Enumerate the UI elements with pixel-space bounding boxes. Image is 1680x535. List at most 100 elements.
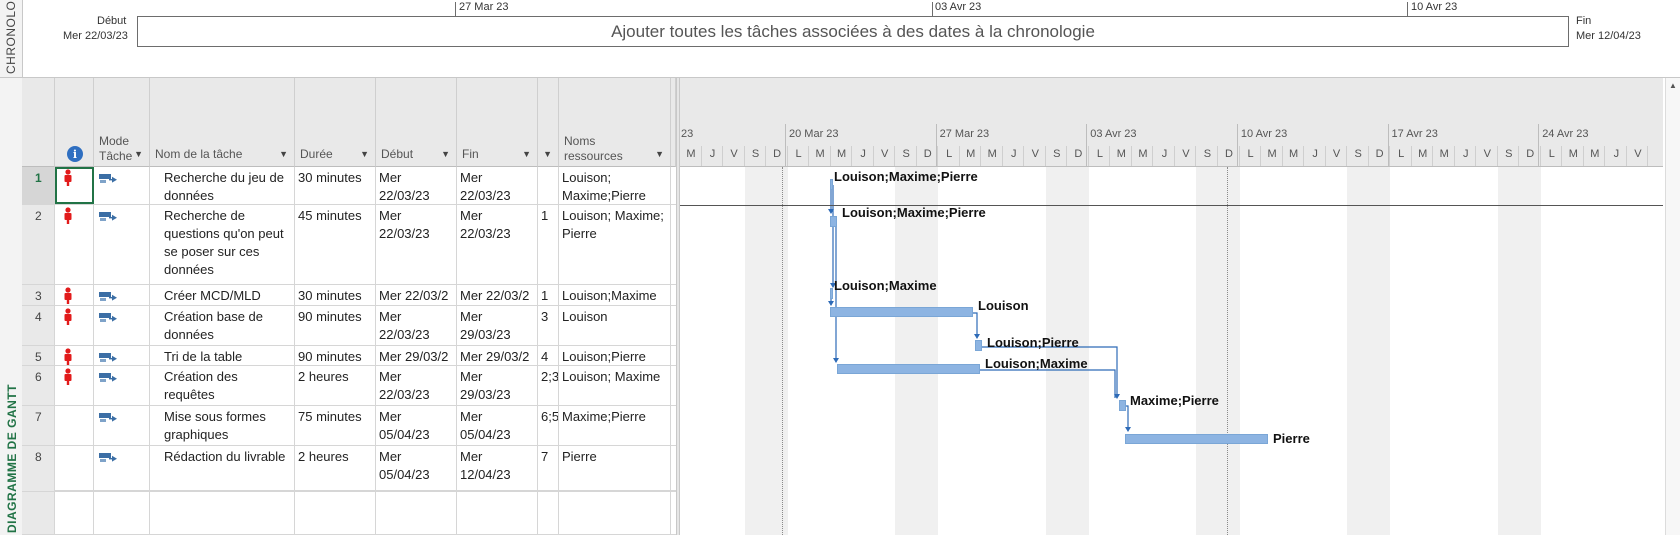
predecessors-cell[interactable]: 4 <box>538 346 559 365</box>
table-row[interactable]: 3 Créer MCD/MLD 30 minutes Mer 22/03/2 Mer 2… <box>22 285 678 306</box>
duration-header[interactable]: Durée ▼ <box>295 78 376 167</box>
task-name-cell[interactable]: Créer MCD/MLD <box>150 285 295 305</box>
duration-cell[interactable] <box>295 470 376 491</box>
chevron-down-icon[interactable]: ▼ <box>543 149 552 159</box>
indicator-cell[interactable] <box>55 205 94 284</box>
row-number[interactable] <box>22 492 55 534</box>
task-name-cell[interactable]: Tri de la table <box>150 346 295 365</box>
resources-cell[interactable]: Louison;Maxime <box>559 285 671 305</box>
predecessors-cell[interactable]: 1 <box>538 285 559 305</box>
finish-cell[interactable]: Mer 05/04/23 <box>457 406 538 445</box>
indicator-cell[interactable] <box>55 366 94 405</box>
predecessors-cell[interactable] <box>538 492 559 534</box>
predecessors-cell[interactable]: 3 <box>538 306 559 345</box>
chevron-down-icon[interactable]: ▼ <box>522 149 531 159</box>
task-name-cell[interactable] <box>150 470 295 491</box>
resources-cell[interactable] <box>559 492 671 534</box>
resources-cell[interactable]: Louison;Pierre <box>559 346 671 365</box>
task-bar[interactable] <box>830 288 833 299</box>
table-row[interactable]: 7 Mise sous formes graphiques 75 minutes Me… <box>22 406 678 446</box>
table-row[interactable]: 1 Recherche du jeu de données 30 minutes Me… <box>22 167 678 205</box>
start-cell[interactable]: Mer 29/03/2 <box>376 346 457 365</box>
scroll-up-icon[interactable]: ▲ <box>1669 81 1677 90</box>
task-bar[interactable] <box>1125 434 1268 444</box>
indicator-cell[interactable] <box>55 406 94 445</box>
task-bar[interactable] <box>837 364 980 374</box>
task-bar[interactable] <box>975 340 982 351</box>
task-mode-cell[interactable] <box>94 167 150 204</box>
task-bar[interactable] <box>830 216 837 227</box>
finish-cell[interactable] <box>457 470 538 491</box>
timeline-drop-area[interactable]: Ajouter toutes les tâches associées à de… <box>137 16 1569 47</box>
start-cell[interactable]: Mer 05/04/23 <box>376 406 457 445</box>
finish-cell[interactable]: Mer 22/03/2 <box>457 285 538 305</box>
start-cell[interactable]: Mer 22/03/2 <box>376 285 457 305</box>
row-number[interactable]: 3 <box>22 285 55 305</box>
resources-cell[interactable]: Louison; Maxime;Pierre <box>559 167 671 204</box>
row-number[interactable]: 4 <box>22 306 55 345</box>
finish-cell[interactable]: Mer 29/03/2 <box>457 346 538 365</box>
indicator-cell[interactable] <box>55 167 94 204</box>
resources-cell[interactable]: Louison; Maxime; Pierre <box>559 205 671 284</box>
indicator-cell[interactable] <box>55 285 94 305</box>
row-number[interactable]: 1 <box>22 167 55 204</box>
table-row[interactable]: 4 Création base de données 90 minutes Mer 2… <box>22 306 678 346</box>
resources-header[interactable]: Noms ressources ▼ <box>559 78 671 167</box>
finish-cell[interactable]: Mer 22/03/23 <box>457 205 538 284</box>
chevron-down-icon[interactable]: ▼ <box>134 149 143 159</box>
task-mode-cell[interactable] <box>94 346 150 365</box>
task-name-cell[interactable]: Mise sous formes graphiques <box>150 406 295 445</box>
chevron-down-icon[interactable]: ▼ <box>279 149 288 159</box>
chevron-down-icon[interactable]: ▼ <box>655 149 664 159</box>
duration-cell[interactable]: 30 minutes <box>295 167 376 204</box>
row-number[interactable]: 2 <box>22 205 55 284</box>
start-cell[interactable] <box>376 470 457 491</box>
table-row[interactable]: 2 Recherche de questions qu'on peut se po… <box>22 205 678 285</box>
indicator-cell[interactable] <box>55 470 94 491</box>
row-number[interactable]: 6 <box>22 366 55 405</box>
task-bar[interactable] <box>830 179 833 190</box>
finish-cell[interactable]: Mer 29/03/23 <box>457 306 538 345</box>
indicator-cell[interactable] <box>55 346 94 365</box>
finish-cell[interactable]: Mer 29/03/23 <box>457 366 538 405</box>
duration-cell[interactable]: 90 minutes <box>295 346 376 365</box>
select-all-header[interactable] <box>22 78 55 167</box>
chevron-down-icon[interactable]: ▼ <box>360 149 369 159</box>
task-mode-cell[interactable] <box>94 205 150 284</box>
predecessors-header[interactable]: ▼ <box>538 78 559 167</box>
duration-cell[interactable] <box>295 492 376 534</box>
task-name-header[interactable]: Nom de la tâche ▼ <box>150 78 295 167</box>
duration-cell[interactable]: 45 minutes <box>295 205 376 284</box>
table-row[interactable]: 6 Création des requêtes 2 heures Mer 22/03/… <box>22 366 678 406</box>
gantt-chart-body[interactable]: Louison;Maxime;Pierre Louison;Maxime;Pier… <box>680 167 1663 535</box>
vertical-scrollbar[interactable]: ▲ <box>1665 78 1680 535</box>
task-name-cell[interactable]: Création base de données <box>150 306 295 345</box>
task-bar[interactable] <box>1119 400 1126 411</box>
resources-cell[interactable]: Maxime;Pierre <box>559 406 671 445</box>
resources-cell[interactable] <box>559 470 671 491</box>
task-mode-cell[interactable] <box>94 366 150 405</box>
start-cell[interactable]: Mer 22/03/23 <box>376 366 457 405</box>
task-mode-cell[interactable] <box>94 285 150 305</box>
duration-cell[interactable]: 75 minutes <box>295 406 376 445</box>
predecessors-cell[interactable]: 1 <box>538 205 559 284</box>
task-name-cell[interactable] <box>150 492 295 534</box>
indicator-cell[interactable] <box>55 492 94 534</box>
start-cell[interactable]: Mer 22/03/23 <box>376 205 457 284</box>
start-header[interactable]: Début ▼ <box>376 78 457 167</box>
table-row[interactable] <box>22 492 678 535</box>
predecessors-cell[interactable]: 2;3 <box>538 366 559 405</box>
indicators-header[interactable]: i <box>55 78 94 167</box>
start-cell[interactable]: Mer 22/03/23 <box>376 306 457 345</box>
resources-cell[interactable]: Louison; Maxime <box>559 366 671 405</box>
task-name-cell[interactable]: Création des requêtes <box>150 366 295 405</box>
start-cell[interactable]: Mer 22/03/23 <box>376 167 457 204</box>
predecessors-cell[interactable]: 6;5 <box>538 406 559 445</box>
table-row[interactable] <box>22 470 678 492</box>
duration-cell[interactable]: 2 heures <box>295 366 376 405</box>
predecessors-cell[interactable] <box>538 167 559 204</box>
chevron-down-icon[interactable]: ▼ <box>441 149 450 159</box>
finish-header[interactable]: Fin ▼ <box>457 78 538 167</box>
table-row[interactable]: 5 Tri de la table 90 minutes Mer 29/03/2 Mer… <box>22 346 678 366</box>
task-mode-cell[interactable] <box>94 470 150 491</box>
